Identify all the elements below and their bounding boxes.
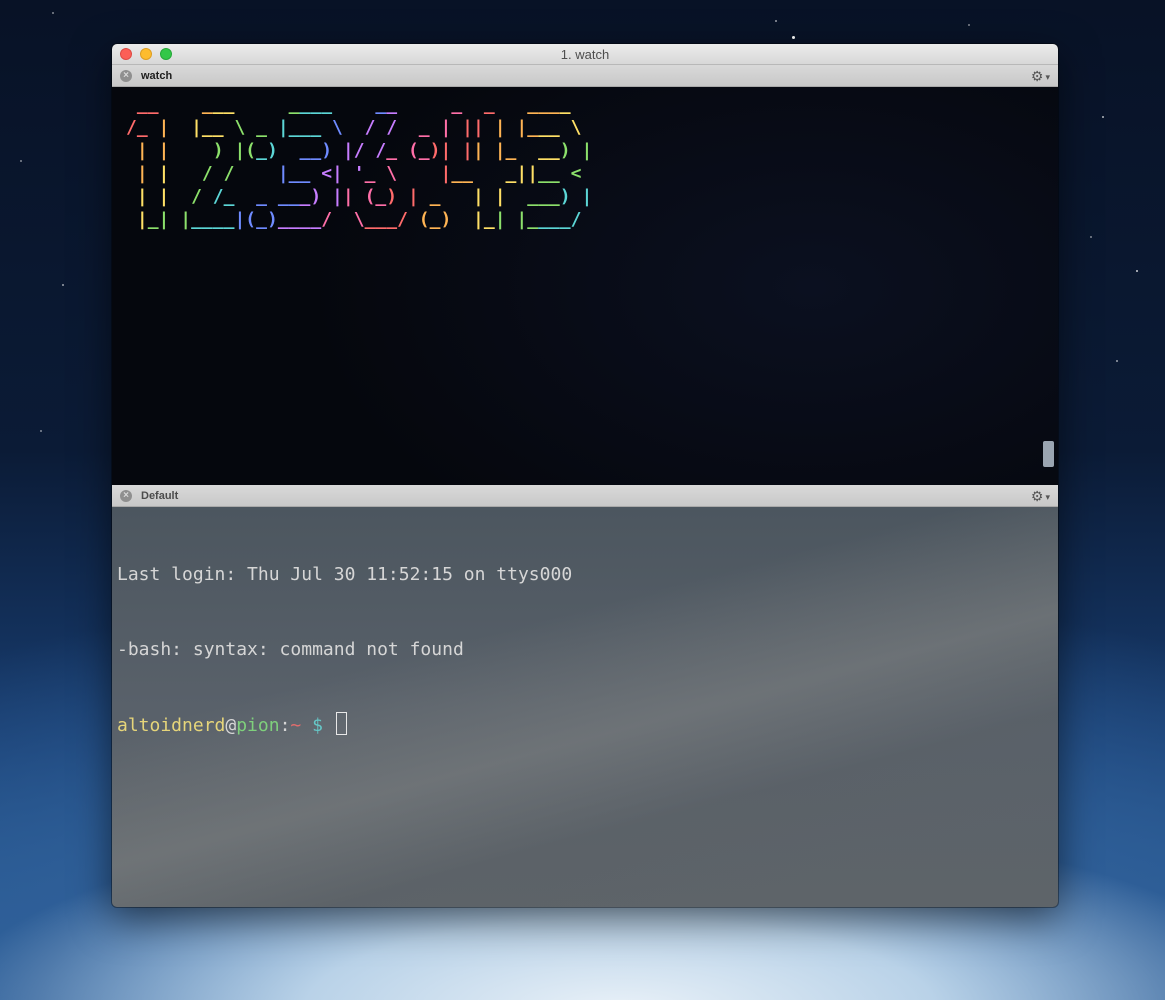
chevron-down-icon: ▾ bbox=[1045, 72, 1050, 82]
prompt-path: ~ bbox=[290, 715, 302, 736]
text-cursor bbox=[335, 712, 347, 735]
star bbox=[1102, 116, 1104, 118]
prompt-colon: : bbox=[279, 715, 291, 736]
close-icon[interactable]: × bbox=[120, 69, 132, 82]
prompt-user: altoidnerd bbox=[117, 715, 226, 736]
ascii-clock-row: | | / / |__ <| '_ \ |__ _||__ < bbox=[136, 163, 582, 184]
prompt-symbol: $ bbox=[301, 715, 334, 736]
prompt-host: pion bbox=[236, 715, 280, 736]
star bbox=[40, 430, 42, 432]
terminal-window: 1. watch × watch ⚙ ▾ __ ___ ____ __ _ _ _… bbox=[112, 44, 1058, 907]
star bbox=[775, 20, 777, 22]
ascii-clock-row: | | ) |(_) __) |/ /_ (_)| || |_ __) | bbox=[136, 140, 593, 161]
last-login-line: Last login: Thu Jul 30 11:52:15 on ttys0… bbox=[117, 564, 573, 585]
star bbox=[62, 284, 64, 286]
window-title: 1. watch bbox=[560, 47, 610, 62]
star bbox=[20, 160, 22, 162]
star bbox=[1136, 270, 1138, 272]
ascii-clock-row: |_| |____|(_)____/ \___/ (_) |_| |____/ bbox=[136, 209, 582, 230]
pane-title: Default bbox=[141, 489, 179, 502]
pane-header-default[interactable]: × Default ⚙ ▾ bbox=[112, 485, 1058, 507]
close-icon[interactable]: × bbox=[120, 489, 132, 502]
star bbox=[1090, 236, 1092, 238]
watch-pane[interactable]: __ ___ ____ __ _ _ ____/_ | |__ \ _ |___… bbox=[112, 87, 1058, 485]
error-line: -bash: syntax: command not found bbox=[117, 639, 464, 660]
scrollbar[interactable] bbox=[1043, 441, 1054, 467]
prompt-line[interactable]: altoidnerd@pion:~ $ bbox=[117, 712, 1048, 737]
prompt-at: @ bbox=[225, 715, 237, 736]
pane-settings-button[interactable]: ⚙ ▾ bbox=[1031, 488, 1050, 505]
ascii-clock-row: | | / /_ _ ___) || (_) | _ | | ___) | bbox=[136, 186, 593, 207]
pane-settings-button[interactable]: ⚙ ▾ bbox=[1031, 68, 1050, 85]
shell-pane[interactable]: Last login: Thu Jul 30 11:52:15 on ttys0… bbox=[112, 507, 1058, 907]
ascii-clock-row: __ ___ ____ __ _ _ ____ bbox=[136, 94, 571, 115]
star bbox=[792, 36, 795, 39]
chevron-down-icon: ▾ bbox=[1045, 492, 1050, 502]
star bbox=[52, 12, 54, 14]
pane-title: watch bbox=[141, 69, 173, 82]
star bbox=[1116, 360, 1118, 362]
star bbox=[968, 24, 970, 26]
terminal-output: Last login: Thu Jul 30 11:52:15 on ttys0… bbox=[117, 512, 1048, 787]
ascii-clock-row: /_ | |__ \ _ |___ \ / / _ | || | |___ \ bbox=[126, 117, 582, 138]
gear-icon: ⚙ bbox=[1030, 68, 1044, 84]
title-bar[interactable]: 1. watch bbox=[112, 44, 1058, 65]
ascii-clock: __ ___ ____ __ _ _ ____/_ | |__ \ _ |___… bbox=[126, 93, 592, 231]
gear-icon: ⚙ bbox=[1030, 488, 1044, 504]
pane-header-watch[interactable]: × watch ⚙ ▾ bbox=[112, 65, 1058, 87]
